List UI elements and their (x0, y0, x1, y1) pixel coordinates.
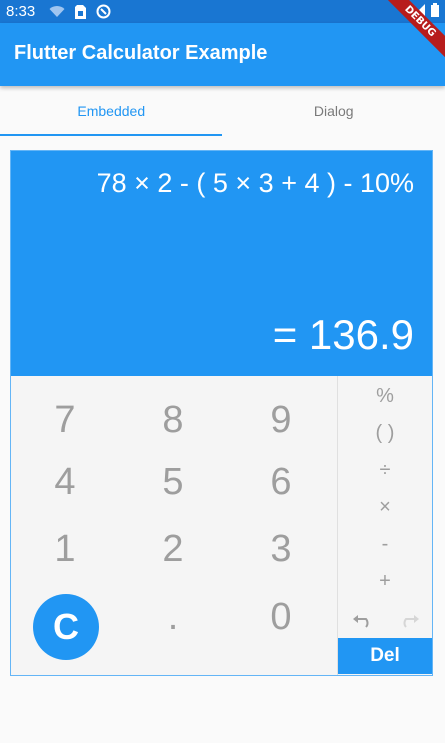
multiply-button[interactable]: × (338, 492, 432, 522)
key-6[interactable]: 6 (227, 461, 335, 503)
key-3[interactable]: 3 (227, 528, 335, 570)
app-bar: Flutter Calculator Example (0, 23, 445, 86)
parentheses-button[interactable]: ( ) (338, 418, 432, 448)
redo-icon[interactable] (394, 609, 424, 633)
key-0[interactable]: 0 (227, 596, 335, 638)
tab-embedded[interactable]: Embedded (0, 86, 223, 136)
percent-button[interactable]: % (338, 381, 432, 411)
calculator-display: 78 × 2 - ( 5 × 3 + 4 ) - 10% = 136.9 (11, 151, 432, 376)
tab-indicator (0, 134, 222, 136)
tab-dialog-label: Dialog (313, 103, 354, 119)
delete-button[interactable]: Del (338, 638, 432, 674)
undo-icon[interactable] (348, 609, 378, 633)
calculator: 78 × 2 - ( 5 × 3 + 4 ) - 10% = 136.9 7 8… (10, 150, 433, 676)
tab-bar: Embedded Dialog (0, 86, 445, 136)
tab-dialog[interactable]: Dialog (223, 86, 445, 136)
key-1[interactable]: 1 (11, 528, 119, 570)
result-display: = 136.9 (272, 311, 414, 358)
tab-embedded-label: Embedded (77, 103, 146, 119)
app-title: Flutter Calculator Example (14, 42, 268, 64)
key-8[interactable]: 8 (119, 399, 227, 441)
status-bar: 8:33 (0, 0, 445, 23)
sync-icon (96, 4, 111, 19)
sim-card-icon (75, 4, 87, 19)
key-decimal[interactable]: . (119, 596, 227, 638)
key-7[interactable]: 7 (11, 399, 119, 441)
key-2[interactable]: 2 (119, 528, 227, 570)
operator-panel: % ( ) ÷ × - + Del (337, 376, 432, 675)
key-4[interactable]: 4 (11, 461, 119, 503)
divide-button[interactable]: ÷ (338, 455, 432, 485)
subtract-button[interactable]: - (338, 529, 432, 559)
key-9[interactable]: 9 (227, 399, 335, 441)
key-5[interactable]: 5 (119, 461, 227, 503)
battery-icon (431, 3, 439, 21)
wifi-icon (49, 5, 65, 18)
status-time: 8:33 (6, 3, 36, 20)
expression-display: 78 × 2 - ( 5 × 3 + 4 ) - 10% (96, 168, 414, 198)
number-keypad: 7 8 9 4 5 6 1 2 3 C . 0 (11, 376, 337, 675)
add-button[interactable]: + (338, 566, 432, 596)
clear-button[interactable]: C (33, 594, 99, 660)
